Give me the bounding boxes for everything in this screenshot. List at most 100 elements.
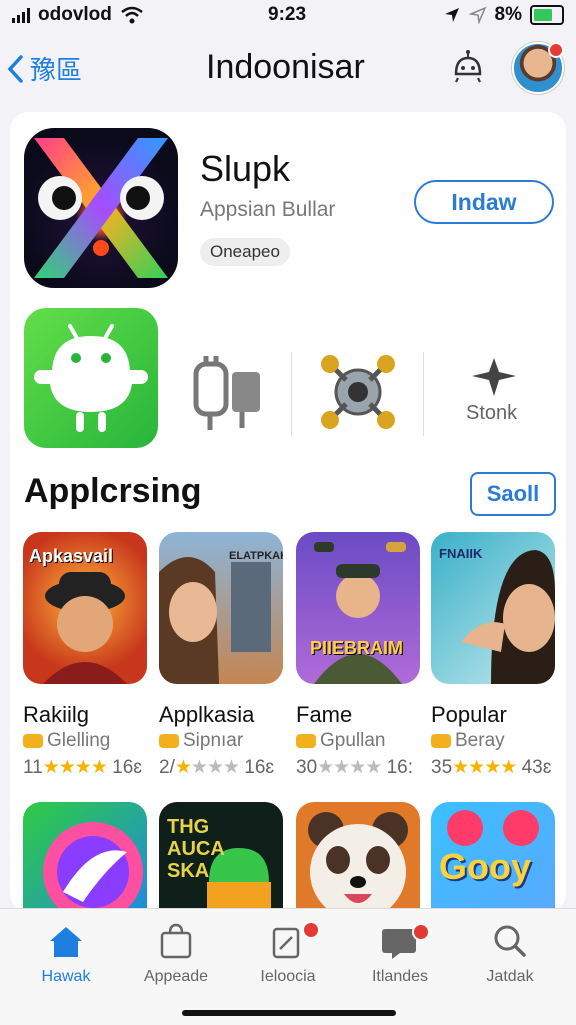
app-rating: 35★★★★ 43ɛ bbox=[431, 756, 551, 779]
app-tile-text: THG AUCA SKA bbox=[167, 816, 225, 882]
rating-prefix: 30 bbox=[296, 757, 318, 778]
app-artwork bbox=[43, 822, 143, 922]
app-tile-5[interactable] bbox=[23, 802, 147, 922]
wifi-icon bbox=[121, 6, 143, 24]
category-icon bbox=[296, 734, 316, 748]
location-icon bbox=[444, 8, 459, 22]
rating-count: 16ɛ bbox=[112, 757, 143, 778]
star-icon: ★★★★ bbox=[317, 757, 382, 778]
home-icon bbox=[50, 927, 82, 957]
star-icon: ★★★★ bbox=[42, 757, 108, 778]
hero-artwork bbox=[34, 138, 168, 278]
section-title: Applcrsing bbox=[24, 472, 202, 510]
rating-prefix: 2/ bbox=[159, 757, 175, 778]
app-tile-7[interactable] bbox=[296, 802, 420, 922]
carrier-label: odovlod bbox=[38, 4, 112, 25]
app-tile-3[interactable]: PIIEBRAIM bbox=[296, 532, 420, 684]
battery-icon bbox=[530, 5, 564, 25]
app-rating: 11★★★★ 16ɛ bbox=[23, 756, 142, 779]
app-tile-2[interactable]: ELATPKAK bbox=[159, 532, 283, 684]
app-tile-text: Gooy bbox=[439, 846, 532, 887]
back-label: 豫區 bbox=[30, 55, 83, 85]
divider bbox=[291, 352, 292, 436]
back-button[interactable]: 豫區 bbox=[6, 50, 82, 87]
tab-label: Appeade bbox=[143, 968, 209, 985]
star-icon: ★ bbox=[174, 757, 192, 778]
tab-apps[interactable]: Appeade bbox=[126, 923, 226, 986]
rating-count: 16: bbox=[386, 757, 413, 778]
chevron-left-icon bbox=[7, 54, 23, 83]
tab-updates[interactable]: Ieloocia bbox=[238, 921, 338, 986]
tab-label: Jatdak bbox=[486, 968, 534, 985]
category-label: Sipnıar bbox=[183, 730, 244, 751]
notification-badge bbox=[412, 923, 430, 941]
notification-dot bbox=[548, 42, 564, 58]
bag-icon bbox=[160, 923, 192, 959]
app-category: Glelling bbox=[23, 730, 110, 752]
page-title: Indoonisar bbox=[206, 48, 365, 86]
signal-icon bbox=[12, 7, 30, 23]
status-time: 9:23 bbox=[268, 4, 307, 25]
rating-prefix: 35 bbox=[431, 757, 453, 778]
nav-bar: 豫區 Indoonisar bbox=[0, 36, 576, 104]
search-icon bbox=[494, 925, 526, 957]
tab-label: Itlandes bbox=[371, 968, 429, 985]
home-indicator[interactable] bbox=[182, 1010, 396, 1016]
cable-tool-icon[interactable] bbox=[190, 350, 266, 434]
app-tile-text: ELATPKAK bbox=[229, 550, 283, 562]
app-tile-text: Apkasvail bbox=[29, 546, 114, 566]
battery-percent: 8% bbox=[494, 4, 522, 25]
hero-category-badge: Oneapeo bbox=[200, 238, 290, 266]
category-label: Beray bbox=[455, 730, 505, 751]
app-tile-text: FNAIIK bbox=[439, 546, 483, 561]
category-label: Glelling bbox=[47, 730, 111, 751]
app-name: Applkasia bbox=[159, 702, 255, 727]
tab-search[interactable]: Jatdak bbox=[460, 923, 560, 986]
app-artwork bbox=[314, 542, 406, 684]
tab-label: Ieloocia bbox=[260, 968, 316, 985]
app-tile-1[interactable]: Apkasvail bbox=[23, 532, 147, 684]
stonk-label: Stonk bbox=[466, 402, 518, 424]
notification-badge bbox=[302, 921, 320, 939]
tab-home[interactable]: Hawak bbox=[16, 923, 116, 986]
tab-label: Hawak bbox=[41, 968, 91, 985]
app-name: Rakiilg bbox=[23, 702, 90, 727]
see-all-button[interactable]: Saoll bbox=[470, 472, 556, 516]
app-rating: 2/★★★★ 16ɛ bbox=[159, 756, 274, 779]
app-tile-8[interactable]: Gooy bbox=[431, 802, 555, 922]
tab-messages[interactable]: Itlandes bbox=[350, 923, 450, 986]
app-category: Sipnıar bbox=[159, 730, 243, 752]
app-artwork bbox=[308, 812, 408, 920]
hero-app-subtitle: Appsian Bullar bbox=[200, 198, 336, 221]
app-name: Popular bbox=[431, 702, 507, 727]
category-icon bbox=[159, 734, 179, 748]
app-rating: 30★★★★ 16: bbox=[296, 756, 413, 779]
category-icon bbox=[23, 734, 43, 748]
avatar[interactable] bbox=[512, 42, 564, 94]
tab-bar: Hawak Appeade Ieloocia Itlandes Jatdak bbox=[0, 908, 576, 1025]
hero-app-title: Slupk bbox=[200, 148, 291, 189]
android-icon bbox=[34, 324, 148, 432]
rating-count: 16ɛ bbox=[244, 757, 275, 778]
app-category: Gpullan bbox=[296, 730, 386, 752]
category-icon bbox=[431, 734, 451, 748]
sparkle-icon[interactable] bbox=[470, 356, 518, 398]
alarm-icon bbox=[468, 6, 486, 24]
hero-app-icon[interactable] bbox=[24, 128, 178, 288]
category-label: Gpullan bbox=[320, 730, 386, 751]
app-tile-6[interactable]: THG AUCA SKA bbox=[159, 802, 283, 922]
app-category: Beray bbox=[431, 730, 505, 752]
tool-row: Stonk bbox=[0, 306, 576, 451]
star-icon: ★★★★ bbox=[452, 757, 517, 778]
install-button[interactable]: Indaw bbox=[414, 180, 554, 224]
rating-count: 43ɛ bbox=[521, 757, 552, 778]
status-right: 8% bbox=[443, 4, 564, 26]
app-tile-4[interactable]: FNAIIK bbox=[431, 532, 555, 684]
app-name: Fame bbox=[296, 702, 353, 727]
drone-tool-icon[interactable] bbox=[318, 350, 398, 434]
robot-icon[interactable] bbox=[448, 48, 488, 88]
divider bbox=[423, 352, 424, 436]
status-left: odovlod bbox=[12, 4, 144, 26]
status-bar: odovlod 9:23 8% bbox=[0, 0, 576, 32]
android-app-tile[interactable] bbox=[24, 308, 158, 448]
